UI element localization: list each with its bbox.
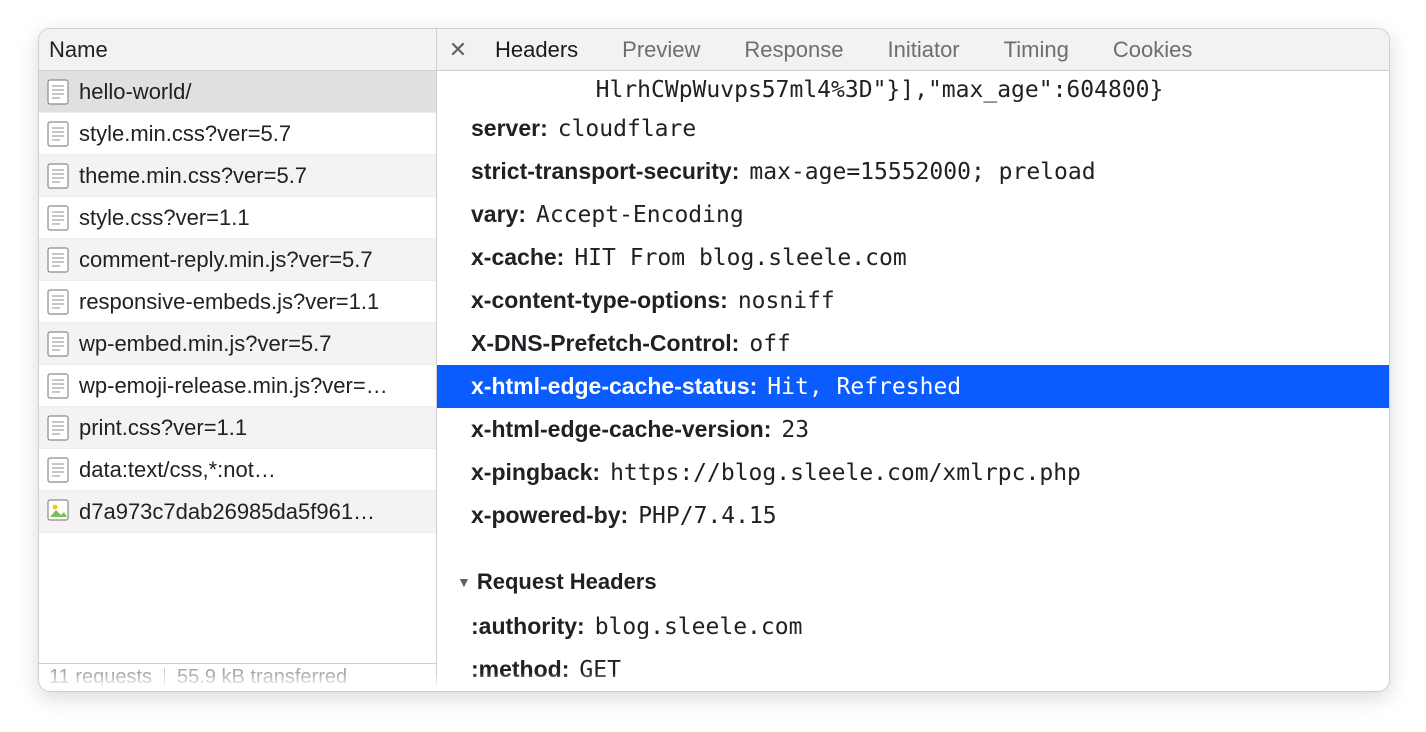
header-key: vary: <box>471 199 526 229</box>
request-row[interactable]: wp-emoji-release.min.js?ver=… <box>39 365 436 407</box>
header-key: x-html-edge-cache-status: <box>471 371 757 401</box>
status-transferred: 55.9 kB transferred <box>177 666 347 689</box>
header-value: https://blog.sleele.com/xmlrpc.php <box>610 458 1081 488</box>
request-row[interactable]: wp-embed.min.js?ver=5.7 <box>39 323 436 365</box>
header-key: server: <box>471 113 548 143</box>
status-bar: 11 requests 55.9 kB transferred <box>39 663 436 691</box>
status-requests-count: 11 requests <box>49 666 152 689</box>
header-row[interactable]: x-powered-by: PHP/7.4.15 <box>471 494 1389 537</box>
header-value: PHP/7.4.15 <box>638 501 776 531</box>
image-file-icon <box>47 499 69 525</box>
header-key: x-content-type-options: <box>471 285 728 315</box>
document-file-icon <box>47 457 69 483</box>
header-row[interactable]: x-cache: HIT From blog.sleele.com <box>471 236 1389 279</box>
header-row[interactable]: server: cloudflare <box>471 107 1389 150</box>
header-value: off <box>749 329 791 359</box>
request-label: comment-reply.min.js?ver=5.7 <box>79 247 373 273</box>
header-value: 23 <box>781 415 809 445</box>
request-label: responsive-embeds.js?ver=1.1 <box>79 289 379 315</box>
request-label: data:text/css,*:not… <box>79 457 276 483</box>
request-list-pane: Name hello-world/style.min.css?ver=5.7 th… <box>39 29 437 691</box>
tab-response[interactable]: Response <box>722 37 865 63</box>
truncated-header-line: xxxxxxxxxHlrhCWpWuvps57ml4%3D"}],"max_ag… <box>471 77 1389 103</box>
request-label: print.css?ver=1.1 <box>79 415 247 441</box>
tab-headers[interactable]: Headers <box>473 37 600 63</box>
document-file-icon <box>47 205 69 231</box>
headers-body: xxxxxxxxxHlrhCWpWuvps57ml4%3D"}],"max_ag… <box>437 71 1389 691</box>
header-key: :method: <box>471 654 569 684</box>
tab-cookies[interactable]: Cookies <box>1091 37 1214 63</box>
header-value: max-age=15552000; preload <box>749 157 1095 187</box>
header-row[interactable]: vary: Accept-Encoding <box>471 193 1389 236</box>
name-column-header[interactable]: Name <box>39 29 436 71</box>
request-row[interactable]: data:text/css,*:not… <box>39 449 436 491</box>
header-key: :authority: <box>471 611 585 641</box>
request-label: style.min.css?ver=5.7 <box>79 121 291 147</box>
header-value: GET <box>579 655 621 685</box>
header-row[interactable]: X-DNS-Prefetch-Control: off <box>471 322 1389 365</box>
request-label: hello-world/ <box>79 79 192 105</box>
request-label: wp-emoji-release.min.js?ver=… <box>79 373 388 399</box>
status-separator <box>164 668 165 688</box>
header-value: Hit, Refreshed <box>767 372 961 402</box>
response-headers-list: server: cloudflare strict-transport-securi… <box>471 107 1389 537</box>
header-row[interactable]: :method: GET <box>471 648 1389 691</box>
header-key: strict-transport-security: <box>471 156 739 186</box>
header-value: HIT From blog.sleele.com <box>574 243 906 273</box>
header-row[interactable]: x-content-type-options: nosniff <box>471 279 1389 322</box>
tab-timing[interactable]: Timing <box>982 37 1091 63</box>
request-headers-section[interactable]: ▼ Request Headers <box>457 569 1389 595</box>
request-headers-title: Request Headers <box>477 569 657 595</box>
document-file-icon <box>47 373 69 399</box>
header-value: Accept-Encoding <box>536 200 744 230</box>
header-key: x-powered-by: <box>471 500 628 530</box>
request-label: theme.min.css?ver=5.7 <box>79 163 307 189</box>
document-file-icon <box>47 163 69 189</box>
header-key: x-html-edge-cache-version: <box>471 414 771 444</box>
request-row[interactable]: d7a973c7dab26985da5f961… <box>39 491 436 533</box>
request-row[interactable]: theme.min.css?ver=5.7 <box>39 155 436 197</box>
close-icon[interactable]: ✕ <box>443 37 473 63</box>
request-row[interactable]: print.css?ver=1.1 <box>39 407 436 449</box>
devtools-window: Name hello-world/style.min.css?ver=5.7 th… <box>38 28 1390 692</box>
header-value: cloudflare <box>558 114 696 144</box>
document-file-icon <box>47 289 69 315</box>
tabs-container: HeadersPreviewResponseInitiatorTimingCoo… <box>473 37 1214 63</box>
header-key: x-pingback: <box>471 457 600 487</box>
header-row[interactable]: :authority: blog.sleele.com <box>471 605 1389 648</box>
request-row[interactable]: comment-reply.min.js?ver=5.7 <box>39 239 436 281</box>
request-row[interactable]: style.css?ver=1.1 <box>39 197 436 239</box>
header-value: blog.sleele.com <box>595 612 803 642</box>
document-file-icon <box>47 331 69 357</box>
document-file-icon <box>47 247 69 273</box>
header-row[interactable]: strict-transport-security: max-age=155520… <box>471 150 1389 193</box>
header-row[interactable]: x-html-edge-cache-version: 23 <box>471 408 1389 451</box>
header-row[interactable]: x-html-edge-cache-status: Hit, Refreshed <box>437 365 1389 408</box>
header-key: x-cache: <box>471 242 564 272</box>
tab-initiator[interactable]: Initiator <box>865 37 981 63</box>
details-pane: ✕ HeadersPreviewResponseInitiatorTimingC… <box>437 29 1389 691</box>
request-list: hello-world/style.min.css?ver=5.7 theme.m… <box>39 71 436 663</box>
request-headers-list: :authority: blog.sleele.com :method: GET <box>471 605 1389 691</box>
request-row[interactable]: responsive-embeds.js?ver=1.1 <box>39 281 436 323</box>
request-label: wp-embed.min.js?ver=5.7 <box>79 331 332 357</box>
document-file-icon <box>47 121 69 147</box>
document-file-icon <box>47 415 69 441</box>
details-tabbar: ✕ HeadersPreviewResponseInitiatorTimingC… <box>437 29 1389 71</box>
tab-preview[interactable]: Preview <box>600 37 722 63</box>
header-key: X-DNS-Prefetch-Control: <box>471 328 739 358</box>
request-label: style.css?ver=1.1 <box>79 205 250 231</box>
document-file-icon <box>47 79 69 105</box>
triangle-down-icon: ▼ <box>457 574 471 590</box>
request-row[interactable]: hello-world/ <box>39 71 436 113</box>
header-value: nosniff <box>738 286 835 316</box>
header-row[interactable]: x-pingback: https://blog.sleele.com/xmlrp… <box>471 451 1389 494</box>
request-label: d7a973c7dab26985da5f961… <box>79 499 375 525</box>
request-row[interactable]: style.min.css?ver=5.7 <box>39 113 436 155</box>
